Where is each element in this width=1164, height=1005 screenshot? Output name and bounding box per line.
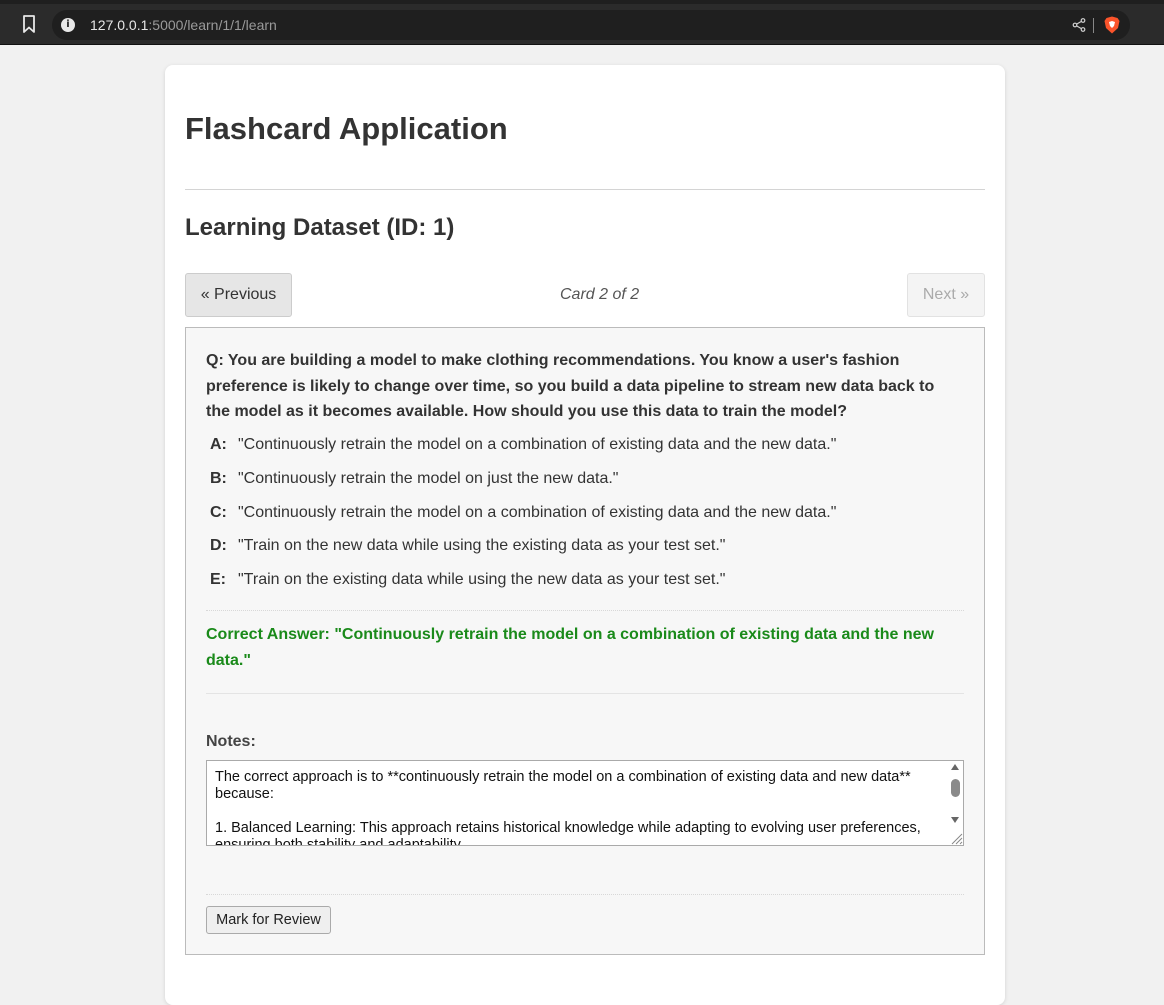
notes-text: The correct approach is to **continuousl… bbox=[215, 769, 921, 846]
url-text[interactable]: 127.0.0.1:5000/learn/1/1/learn bbox=[90, 17, 277, 33]
review-divider bbox=[206, 894, 964, 895]
bookmark-icon[interactable] bbox=[22, 15, 36, 33]
question-text: Q: You are building a model to make clot… bbox=[206, 352, 935, 420]
option-letter: D: bbox=[210, 537, 227, 555]
page-title: Flashcard Application bbox=[185, 111, 508, 146]
option-e: E: "Train on the existing data while usi… bbox=[210, 569, 950, 603]
answer-divider bbox=[206, 610, 964, 611]
browser-toolbar: i 127.0.0.1:5000/learn/1/1/learn bbox=[0, 0, 1164, 45]
resize-handle-icon[interactable] bbox=[949, 831, 963, 845]
option-text: "Train on the new data while using the e… bbox=[238, 537, 726, 555]
dataset-title: Learning Dataset (ID: 1) bbox=[185, 214, 455, 241]
toolbar-divider bbox=[1093, 18, 1094, 33]
option-letter: A: bbox=[210, 436, 227, 453]
options-list: A: "Continuously retrain the model on a … bbox=[210, 434, 950, 603]
notes-scrollbar[interactable] bbox=[947, 761, 963, 831]
option-text: "Continuously retrain the model on a com… bbox=[238, 503, 837, 521]
share-icon[interactable] bbox=[1072, 18, 1086, 32]
app-container: Flashcard Application Learning Dataset (… bbox=[165, 65, 1005, 1005]
site-info-icon[interactable]: i bbox=[61, 18, 75, 32]
notes-label: Notes: bbox=[206, 733, 256, 750]
scroll-down-icon[interactable] bbox=[951, 817, 959, 823]
notes-divider bbox=[206, 693, 964, 694]
option-b: B: "Continuously retrain the model on ju… bbox=[210, 468, 950, 502]
option-a: A: "Continuously retrain the model on a … bbox=[210, 434, 950, 468]
next-button[interactable]: Next » bbox=[907, 273, 985, 317]
scroll-up-icon[interactable] bbox=[951, 764, 959, 770]
option-text: "Continuously retrain the model on just … bbox=[238, 469, 619, 487]
correct-answer: Correct Answer: "Continuously retrain th… bbox=[206, 626, 934, 669]
option-letter: B: bbox=[210, 469, 227, 487]
mark-for-review-button[interactable]: Mark for Review bbox=[206, 906, 331, 934]
option-letter: C: bbox=[210, 503, 227, 521]
flashcard: Q: You are building a model to make clot… bbox=[185, 327, 985, 955]
option-letter: E: bbox=[210, 571, 226, 589]
scroll-thumb[interactable] bbox=[951, 779, 960, 797]
url-host: 127.0.0.1 bbox=[90, 17, 149, 33]
option-d: D: "Train on the new data while using th… bbox=[210, 535, 950, 569]
address-bar[interactable]: i 127.0.0.1:5000/learn/1/1/learn bbox=[52, 10, 1130, 40]
title-divider bbox=[185, 189, 985, 190]
previous-button[interactable]: « Previous bbox=[185, 273, 292, 317]
card-counter: Card 2 of 2 bbox=[560, 286, 640, 303]
url-path: :5000/learn/1/1/learn bbox=[148, 17, 277, 33]
option-text: "Continuously retrain the model on a com… bbox=[238, 436, 837, 453]
brave-shield-icon[interactable] bbox=[1104, 16, 1120, 34]
option-text: "Train on the existing data while using … bbox=[238, 571, 726, 589]
notes-textarea[interactable]: The correct approach is to **continuousl… bbox=[206, 760, 964, 846]
option-c: C: "Continuously retrain the model on a … bbox=[210, 502, 950, 536]
